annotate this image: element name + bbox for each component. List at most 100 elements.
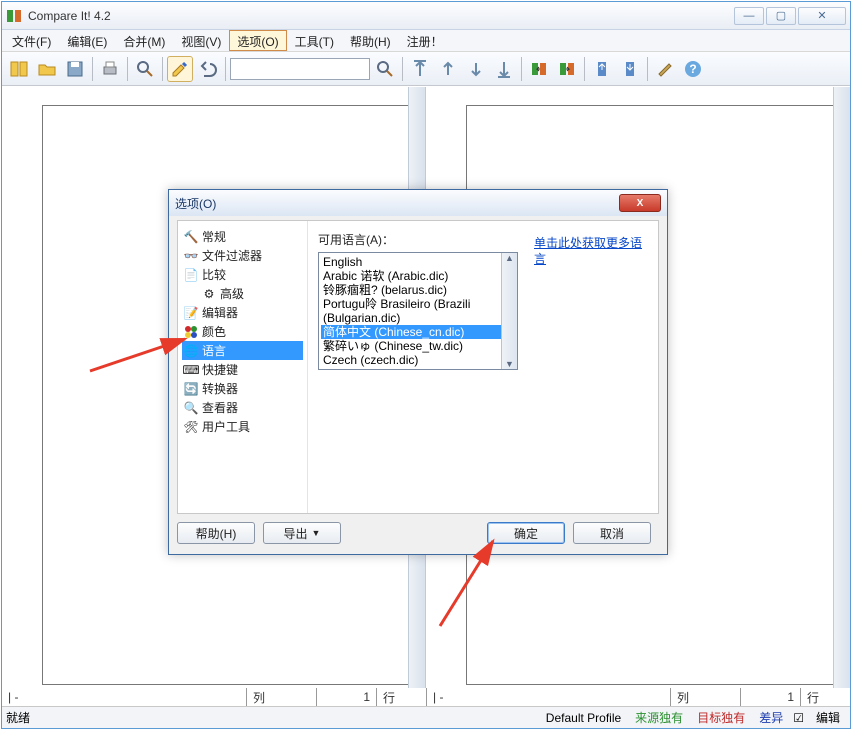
language-option[interactable]: (Bulgarian.dic) xyxy=(321,311,515,325)
menu-view[interactable]: 视图(V) xyxy=(173,30,229,51)
window-buttons: ― ▢ ✕ xyxy=(732,7,846,25)
tree-item-converter[interactable]: 🔄转换器 xyxy=(182,379,303,398)
status-target-only: 目标独有 xyxy=(691,709,751,726)
row-label-right: 行 xyxy=(807,689,819,706)
status-profile: Default Profile xyxy=(540,711,627,725)
print-icon[interactable] xyxy=(97,56,123,82)
bookmark-prev-icon[interactable] xyxy=(589,56,615,82)
dialog-button-row: 帮助(H) 导出▼ 确定 取消 xyxy=(177,520,659,546)
first-diff-icon[interactable] xyxy=(407,56,433,82)
prev-diff-icon[interactable] xyxy=(435,56,461,82)
tree-item-colors[interactable]: 颜色 xyxy=(182,322,303,341)
toolbar-separator xyxy=(521,57,522,81)
toolbar-separator xyxy=(647,57,648,81)
titlebar: Compare It! 4.2 ― ▢ ✕ xyxy=(2,2,850,30)
language-option[interactable]: Portugu阾 Brasileiro (Brazili xyxy=(321,297,515,311)
cancel-button[interactable]: 取消 xyxy=(573,522,651,544)
next-diff-icon[interactable] xyxy=(463,56,489,82)
language-option[interactable]: 繁碎いゅ (Chinese_tw.dic) xyxy=(321,339,515,353)
col-value-left: 1 xyxy=(363,690,370,704)
bookmark-next-icon[interactable] xyxy=(617,56,643,82)
listbox-scrollbar[interactable] xyxy=(501,253,517,369)
status-edit: 编辑 xyxy=(810,709,846,726)
help-button[interactable]: 帮助(H) xyxy=(177,522,255,544)
last-diff-icon[interactable] xyxy=(491,56,517,82)
tree-item-general[interactable]: 🔨常规 xyxy=(182,227,303,246)
toolbar-separator xyxy=(225,57,226,81)
toolbar-separator xyxy=(402,57,403,81)
help-icon[interactable]: ? xyxy=(680,56,706,82)
language-option[interactable]: English xyxy=(321,255,515,269)
tools-icon: 🛠 xyxy=(184,420,198,434)
dialog-close-button[interactable]: X xyxy=(619,194,661,212)
language-option[interactable]: 简体中文 (Chinese_cn.dic) xyxy=(321,325,515,339)
dialog-body: 🔨常规 👓文件过滤器 📄比较 ⚙高级 📝编辑器 颜色 🌐语言 ⌨快捷键 🔄转换器… xyxy=(177,220,659,514)
status-diff: 差异 xyxy=(753,709,789,726)
language-option[interactable]: 铃豚痼粗? (belarus.dic) xyxy=(321,283,515,297)
col-value-right: 1 xyxy=(787,690,794,704)
search-combo[interactable] xyxy=(230,58,370,80)
toolbar-separator xyxy=(92,57,93,81)
tree-item-advanced[interactable]: ⚙高级 xyxy=(200,284,303,303)
col-label-left: 列 xyxy=(253,689,265,706)
tree-item-viewer[interactable]: 🔍查看器 xyxy=(182,398,303,417)
get-more-languages-link[interactable]: 单击此处获取更多语言 xyxy=(534,235,644,267)
menu-register[interactable]: 注册！ xyxy=(399,30,451,51)
dialog-title: 选项(O) xyxy=(175,195,619,212)
language-option[interactable]: Czech (czech.dic) xyxy=(321,353,515,367)
window-title: Compare It! 4.2 xyxy=(28,9,732,23)
toolbar-separator xyxy=(127,57,128,81)
editor-icon: 📝 xyxy=(184,306,198,320)
new-compare-icon[interactable] xyxy=(6,56,32,82)
hammer-icon: 🔨 xyxy=(184,230,198,244)
undo-icon[interactable] xyxy=(195,56,221,82)
compare-icon: 📄 xyxy=(184,268,198,282)
options-tree[interactable]: 🔨常规 👓文件过滤器 📄比较 ⚙高级 📝编辑器 颜色 🌐语言 ⌨快捷键 🔄转换器… xyxy=(178,221,308,513)
right-scrollbar[interactable] xyxy=(833,87,850,688)
menu-edit[interactable]: 编辑(E) xyxy=(59,30,115,51)
tree-item-filters[interactable]: 👓文件过滤器 xyxy=(182,246,303,265)
search-icon[interactable] xyxy=(372,56,398,82)
menu-file[interactable]: 文件(F) xyxy=(4,30,59,51)
menu-options[interactable]: 选项(O) xyxy=(229,30,286,51)
language-option[interactable]: Deutsch (deutsch.dic) xyxy=(321,367,515,370)
glasses-icon: 👓 xyxy=(184,249,198,263)
dialog-titlebar: 选项(O) X xyxy=(169,190,667,216)
tree-item-shortcuts[interactable]: ⌨快捷键 xyxy=(182,360,303,379)
options-panel-language: 可用语言(A)： EnglishArabic 诺软 (Arabic.dic)铃豚… xyxy=(308,221,658,513)
menu-merge[interactable]: 合并(M) xyxy=(115,30,173,51)
close-button[interactable]: ✕ xyxy=(798,7,846,25)
open-icon[interactable] xyxy=(34,56,60,82)
menu-help[interactable]: 帮助(H) xyxy=(342,30,399,51)
ruler-bar: | - 列 1 行 | - 列 1 行 xyxy=(2,688,850,706)
tree-item-language[interactable]: 🌐语言 xyxy=(182,341,303,360)
converter-icon: 🔄 xyxy=(184,382,198,396)
copy-left-icon[interactable] xyxy=(526,56,552,82)
dropdown-arrow-icon: ▼ xyxy=(312,528,321,538)
menu-bar: 文件(F) 编辑(E) 合并(M) 视图(V) 选项(O) 工具(T) 帮助(H… xyxy=(2,30,850,52)
toolbar-separator xyxy=(162,57,163,81)
row-label-left: 行 xyxy=(383,689,395,706)
menu-tools[interactable]: 工具(T) xyxy=(287,30,342,51)
options-dialog: 选项(O) X 🔨常规 👓文件过滤器 📄比较 ⚙高级 📝编辑器 颜色 🌐语言 ⌨… xyxy=(168,189,668,555)
copy-right-icon[interactable] xyxy=(554,56,580,82)
svg-text:?: ? xyxy=(689,62,696,76)
tree-item-usertools[interactable]: 🛠用户工具 xyxy=(182,417,303,436)
options-icon[interactable] xyxy=(652,56,678,82)
save-icon[interactable] xyxy=(62,56,88,82)
maximize-button[interactable]: ▢ xyxy=(766,7,796,25)
minimize-button[interactable]: ― xyxy=(734,7,764,25)
status-source-only: 来源独有 xyxy=(629,709,689,726)
globe-icon: 🌐 xyxy=(184,344,198,358)
status-checkbox[interactable]: ☑ xyxy=(793,711,804,725)
export-button[interactable]: 导出▼ xyxy=(263,522,341,544)
tree-item-compare[interactable]: 📄比较 xyxy=(182,265,303,284)
status-ready: 就绪 xyxy=(6,709,30,726)
find-icon[interactable] xyxy=(132,56,158,82)
tree-item-editor[interactable]: 📝编辑器 xyxy=(182,303,303,322)
ok-button[interactable]: 确定 xyxy=(487,522,565,544)
language-option[interactable]: Arabic 诺软 (Arabic.dic) xyxy=(321,269,515,283)
edit-icon[interactable] xyxy=(167,56,193,82)
status-bar: 就绪 Default Profile 来源独有 目标独有 差异 ☑ 编辑 xyxy=(2,706,850,728)
language-listbox[interactable]: EnglishArabic 诺软 (Arabic.dic)铃豚痼粗? (bela… xyxy=(318,252,518,370)
